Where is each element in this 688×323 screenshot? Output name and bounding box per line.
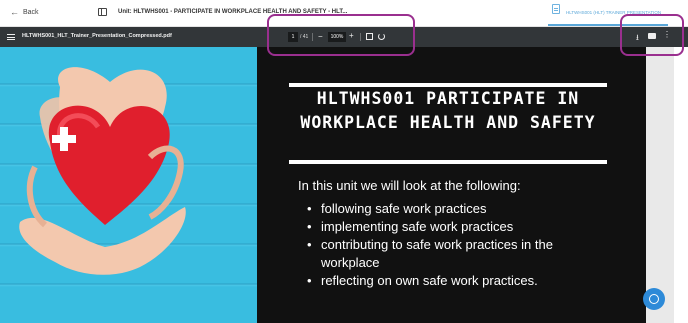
chat-help-icon[interactable]: [643, 288, 665, 310]
document-icon[interactable]: [552, 4, 560, 14]
hands-heart-illustration: [19, 67, 186, 275]
sidebar-layout-icon[interactable]: [98, 8, 107, 16]
back-label: Back: [23, 9, 39, 16]
scrollbar[interactable]: [674, 47, 688, 323]
page-gutter: [646, 47, 674, 323]
back-button[interactable]: ← Back: [10, 8, 39, 17]
bullet-list: following safe work practices implementi…: [307, 200, 587, 290]
list-item: contributing to safe work practices in t…: [307, 236, 587, 272]
hamburger-menu-icon[interactable]: [7, 34, 15, 40]
list-item: reflecting on own safe work practices.: [307, 272, 587, 290]
slide-photo-hands-heart: [0, 47, 257, 323]
arrow-left-icon: ←: [10, 7, 19, 17]
slide-title: HLTWHS001 PARTICIPATE IN WORKPLACE HEALT…: [300, 89, 596, 132]
pdf-filename: HLTWHS001_HLT_Trainer_Presentation_Compr…: [22, 33, 172, 39]
title-bottom-rule: [289, 160, 607, 164]
slide-intro: In this unit we will look at the followi…: [298, 178, 521, 193]
highlight-download-print-controls: [620, 14, 684, 56]
list-item: following safe work practices: [307, 200, 587, 218]
slide-page: HLTWHS001 PARTICIPATE IN WORKPLACE HEALT…: [0, 47, 646, 323]
highlight-page-zoom-controls: [267, 14, 415, 56]
list-item: implementing safe work practices: [307, 218, 587, 236]
